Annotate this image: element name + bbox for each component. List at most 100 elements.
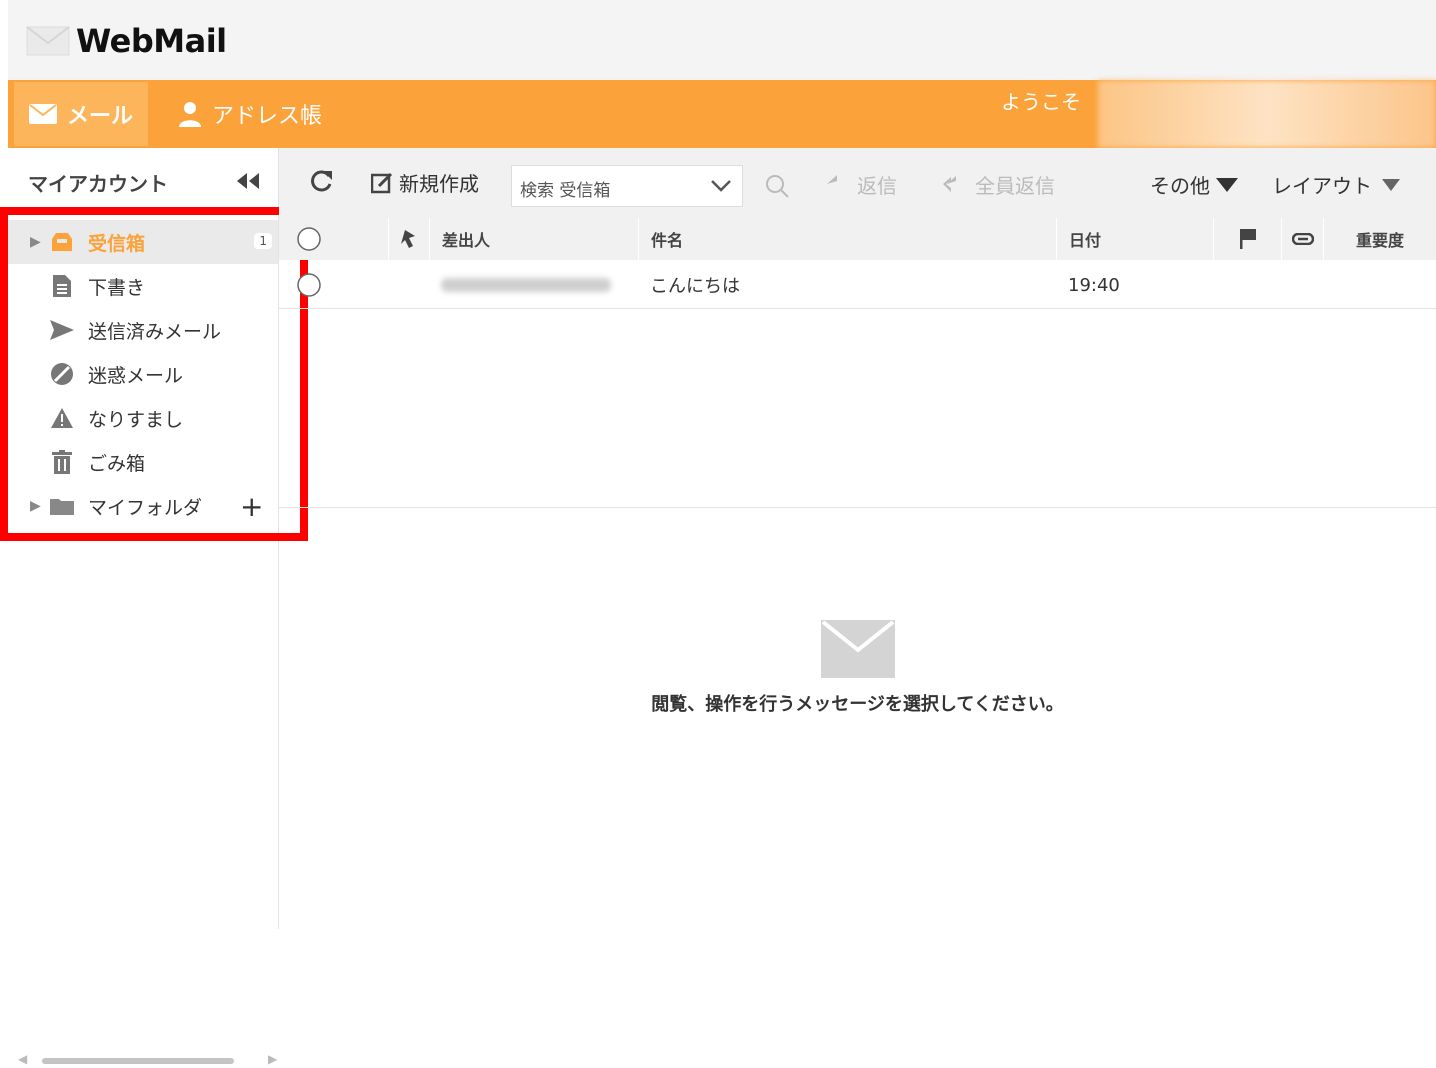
send-icon (50, 320, 74, 340)
sidebar-item-spoofing[interactable]: なりすまし (8, 396, 278, 440)
unread-count-badge: 1 (254, 233, 272, 249)
sender-cell (441, 262, 611, 308)
triangle-down-icon (1216, 177, 1238, 192)
row-checkbox[interactable] (297, 273, 321, 297)
welcome-text: ようこそ (1001, 90, 1081, 114)
search-icon (766, 175, 789, 198)
column-subject[interactable]: 件名 (638, 218, 1056, 260)
empty-preview-message: 閲覧、操作を行うメッセージを選択してください。 (651, 694, 1064, 715)
blurred-sender (441, 278, 611, 292)
main-nav: メール アドレス帳 ようこそ (8, 80, 1436, 148)
flag-icon (1239, 229, 1256, 249)
logo-text: WebMail (76, 22, 227, 60)
sidebar-item-spam[interactable]: 迷惑メール (8, 352, 278, 396)
compose-label: 新規作成 (399, 172, 479, 196)
column-priority[interactable]: 重要度 (1323, 218, 1436, 260)
paperclip-icon (1291, 233, 1314, 245)
nav-mail-label: メール (66, 104, 133, 129)
envelope-logo-icon (26, 26, 70, 56)
reply-all-label: 全員返信 (975, 174, 1055, 198)
sidebar-item-inbox[interactable]: ▶ 受信箱 1 (8, 220, 278, 264)
column-flag[interactable] (1213, 218, 1281, 260)
nav-address-label: アドレス帳 (212, 104, 323, 129)
layout-menu-button[interactable]: レイアウト (1272, 170, 1400, 199)
envelope-icon (820, 620, 895, 678)
warning-icon (50, 408, 74, 428)
spam-icon (50, 363, 74, 385)
expand-arrow-icon[interactable]: ▶ (30, 498, 41, 514)
scroll-right-icon[interactable]: ▶ (268, 1052, 277, 1066)
search-button[interactable] (765, 174, 789, 202)
collapse-sidebar-button[interactable] (236, 170, 260, 194)
more-label: その他 (1150, 174, 1210, 198)
account-title: マイアカウント (28, 171, 168, 196)
double-chevron-left-icon (237, 173, 259, 189)
sidebar-item-label: 受信箱 (88, 232, 146, 255)
folder-list: ▶ 受信箱 1 下書き 送信済みメール 迷惑メール なりすまし ごみ箱 ▶ マイ… (8, 220, 278, 528)
chevron-down-icon (711, 180, 731, 192)
more-menu-button[interactable]: その他 (1150, 170, 1238, 199)
reply-all-button[interactable]: 全員返信 (943, 170, 1055, 199)
column-date-label: 日付 (1069, 231, 1102, 250)
logo: WebMail (26, 22, 227, 60)
column-date[interactable]: 日付 (1056, 218, 1213, 260)
refresh-icon (311, 170, 332, 192)
sidebar-item-label: 迷惑メール (88, 364, 184, 387)
pane-divider[interactable] (279, 507, 1436, 508)
triangle-down-icon (1382, 178, 1400, 191)
search-box[interactable]: 検索 受信箱 (511, 165, 743, 207)
blurred-username (1098, 80, 1436, 148)
mail-icon (28, 104, 57, 124)
scrollbar-thumb[interactable] (42, 1058, 234, 1064)
sidebar-item-my-folders[interactable]: ▶ マイフォルダ + (8, 484, 278, 528)
reply-icon (827, 174, 837, 184)
select-all-checkbox[interactable] (297, 227, 321, 251)
expand-arrow-icon[interactable]: ▶ (30, 234, 41, 250)
subject-cell: こんにちは (650, 276, 740, 297)
sidebar-item-label: マイフォルダ (88, 496, 203, 519)
sidebar-scrollbar[interactable]: ◀ ▶ (18, 1052, 278, 1068)
thread-icon (400, 230, 415, 248)
compose-button[interactable]: 新規作成 (371, 168, 479, 197)
column-subject-label: 件名 (651, 231, 684, 250)
column-from[interactable]: 差出人 (429, 218, 638, 260)
sidebar-item-label: 送信済みメール (88, 320, 222, 343)
search-scope-dropdown[interactable] (710, 174, 732, 200)
add-folder-button[interactable]: + (240, 490, 263, 523)
sidebar-item-label: 下書き (88, 276, 146, 299)
message-list-header: 差出人 件名 日付 重要度 (279, 218, 1436, 260)
layout-label: レイアウト (1272, 174, 1372, 198)
toolbar: 新規作成 検索 受信箱 返信 全員返信 その他 レイアウト (279, 148, 1436, 218)
person-icon (179, 102, 201, 127)
sidebar-item-drafts[interactable]: 下書き (8, 264, 278, 308)
select-all-column[interactable] (279, 218, 327, 260)
column-from-label: 差出人 (442, 231, 491, 250)
row-select-cell[interactable] (297, 262, 321, 308)
preview-pane: 閲覧、操作を行うメッセージを選択してください。 (279, 620, 1436, 716)
compose-icon (371, 172, 393, 193)
folder-icon (50, 497, 74, 515)
search-input[interactable]: 検索 受信箱 (520, 176, 610, 201)
sidebar-item-label: なりすまし (88, 408, 184, 431)
scroll-left-icon[interactable]: ◀ (18, 1052, 27, 1066)
sidebar-item-sent[interactable]: 送信済みメール (8, 308, 278, 352)
nav-address-tab[interactable]: アドレス帳 (178, 82, 322, 146)
app-header: WebMail (8, 0, 1436, 80)
reply-all-icon (943, 175, 956, 192)
sidebar-header: マイアカウント (8, 148, 278, 216)
column-priority-label: 重要度 (1355, 231, 1404, 250)
table-row[interactable]: こんにちは 19:40 (279, 262, 1436, 309)
trash-icon (50, 450, 74, 474)
reply-button[interactable]: 返信 (827, 170, 897, 199)
date-cell: 19:40 (1068, 274, 1120, 296)
inbox-icon (50, 233, 74, 251)
sidebar-item-trash[interactable]: ごみ箱 (8, 440, 278, 484)
reply-label: 返信 (857, 174, 897, 198)
refresh-button[interactable] (309, 168, 333, 198)
draft-icon (50, 275, 74, 297)
thread-column[interactable] (388, 218, 428, 260)
nav-mail-tab[interactable]: メール (14, 82, 148, 146)
sidebar: マイアカウント ▶ 受信箱 1 下書き 送信済みメール 迷惑メール なりすまし … (8, 148, 279, 1066)
column-attachment[interactable] (1281, 218, 1323, 260)
sidebar-item-label: ごみ箱 (88, 452, 146, 475)
